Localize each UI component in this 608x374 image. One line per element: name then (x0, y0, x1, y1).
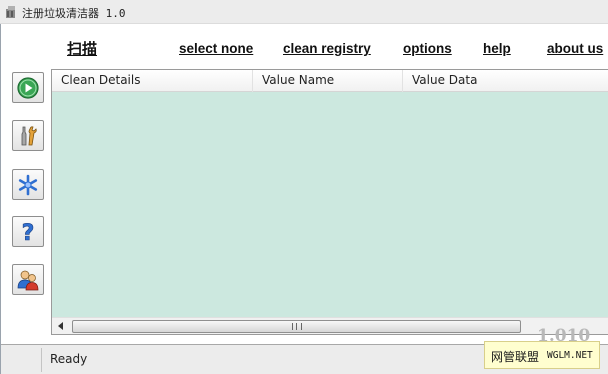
asterisk-icon (18, 174, 38, 196)
scroll-left-arrow-icon[interactable] (52, 318, 70, 335)
tools-icon (21, 126, 37, 146)
about-button[interactable] (12, 264, 44, 295)
help-button[interactable]: ? (12, 216, 44, 247)
column-header-clean-details[interactable]: Clean Details (52, 70, 253, 92)
status-divider (41, 348, 42, 372)
main-window: 扫描 select none clean registry options he… (0, 24, 608, 374)
watermark-badge: 网管联盟 WGLM.NET (484, 341, 600, 369)
users-icon (17, 270, 39, 291)
status-text: Ready (50, 352, 88, 366)
select-none-link[interactable]: select none (179, 41, 253, 56)
column-header-value-name[interactable]: Value Name (253, 70, 403, 92)
run-scan-button[interactable] (12, 72, 44, 103)
svg-text:?: ? (22, 221, 35, 244)
tools-button[interactable] (12, 120, 44, 151)
title-bar: 注册垃圾清洁器 1.0 (0, 0, 608, 24)
column-header-value-data[interactable]: Value Data (403, 70, 608, 92)
options-button[interactable] (12, 169, 44, 200)
window-title: 注册垃圾清洁器 1.0 (22, 7, 126, 20)
options-link[interactable]: options (403, 41, 452, 56)
list-header: Clean Details Value Name Value Data (52, 70, 608, 92)
clean-registry-link[interactable]: clean registry (283, 41, 371, 56)
help-link[interactable]: help (483, 41, 511, 56)
question-icon: ? (21, 221, 35, 244)
watermark-badge-en: WGLM.NET (547, 350, 593, 361)
scan-link[interactable]: 扫描 (67, 38, 97, 59)
scrollbar-thumb[interactable] (72, 320, 521, 333)
results-list[interactable]: Clean Details Value Name Value Data (51, 69, 608, 335)
watermark-badge-cn: 网管联盟 (491, 350, 540, 364)
play-icon (17, 77, 39, 99)
scrollbar-grip (292, 323, 302, 330)
app-icon (6, 6, 15, 18)
horizontal-scrollbar[interactable] (52, 317, 608, 334)
about-us-link[interactable]: about us (547, 41, 603, 56)
